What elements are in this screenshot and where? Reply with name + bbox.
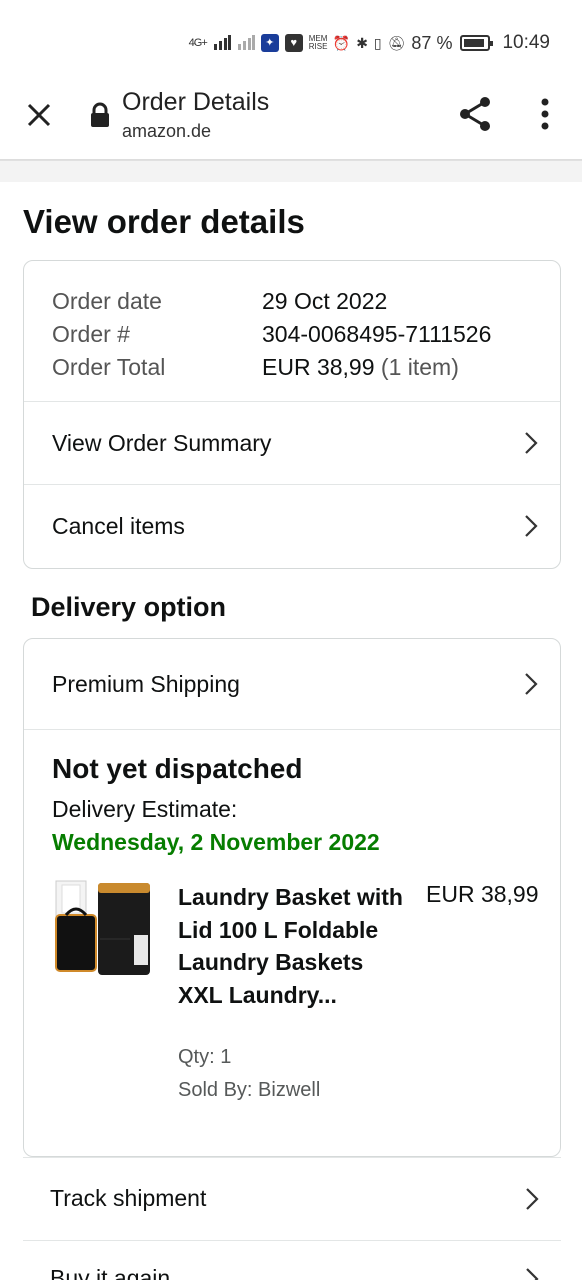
order-total-label: Order Total [52,354,166,380]
product-seller: Sold By: Bizwell [178,1079,321,1101]
track-shipment-link[interactable]: Track shipment [23,1157,561,1239]
order-info-table: Order date 29 Oct 2022 Order # 304-00684… [52,285,491,384]
order-total-value-wrap: EUR 38,99 (1 item) [262,351,459,384]
track-shipment-label: Track shipment [50,1185,207,1211]
chevron-right-icon [526,1187,539,1210]
close-button[interactable] [22,98,56,132]
order-date-value: 29 Oct 2022 [262,288,388,314]
share-button[interactable] [455,94,495,134]
product-price: EUR 38,99 [426,881,539,907]
buy-again-link[interactable]: Buy it again [23,1240,561,1280]
shield-notification-icon: ♥ [284,34,303,52]
more-vert-icon [541,98,549,130]
order-total-value: EUR 38,99 [262,354,375,380]
cancel-items-link[interactable]: Cancel items [24,485,560,567]
page-title-block: Order Details amazon.de [122,88,269,142]
clock: 10:49 [502,32,550,53]
delivery-option-heading: Delivery option [31,592,227,622]
chevron-right-icon [525,515,538,537]
order-total-row: Order Total EUR 38,99 (1 item) [52,351,491,384]
status-icons: 4G+ ✦ ♥ MEM RISE ⏰ ✱ ▯ 🔕︎ 87 % 10:49 [189,32,550,54]
page-url: amazon.de [122,121,212,141]
battery-percent: 87 % [411,32,453,53]
view-order-summary-link[interactable]: View Order Summary [24,402,560,484]
page-title: Order Details [122,88,270,116]
view-order-summary-label: View Order Summary [52,429,272,456]
delivery-estimate-date: Wednesday, 2 November 2022 [52,829,380,855]
shipment-status: Not yet dispatched [52,753,303,784]
card-divider [24,729,560,730]
shipping-option-label: Premium Shipping [52,670,240,697]
shipping-option-link[interactable]: Premium Shipping [24,641,560,727]
mute-bell-icon: 🔕︎ [387,34,406,51]
cancel-items-label: Cancel items [52,512,185,539]
chevron-right-icon [526,1268,539,1280]
delivery-card: Premium Shipping Not yet dispatched Deli… [23,638,561,1157]
status-bar: 4G+ ✦ ♥ MEM RISE ⏰ ✱ ▯ 🔕︎ 87 % 10:49 [0,0,582,80]
order-info-card: Order date 29 Oct 2022 Order # 304-00684… [23,260,561,569]
page-heading: View order details [23,203,305,240]
order-number-row: Order # 304-0068495-7111526 [52,318,491,351]
alarm-icon: ⏰ [332,34,351,51]
bluetooth-icon: ✱ [356,34,368,51]
order-date-row: Order date 29 Oct 2022 [52,285,491,318]
network-type-label: 4G+ [188,37,208,49]
share-icon [460,97,490,131]
order-item-count: (1 item) [380,354,459,380]
browser-app-bar: Order Details amazon.de [0,80,582,160]
product-image[interactable] [54,879,154,983]
order-number-label: Order # [52,321,130,347]
more-options-button[interactable] [532,94,558,134]
vibrate-icon: ▯ [373,34,382,51]
buy-again-label: Buy it again [50,1265,171,1280]
order-number-value: 304-0068495-7111526 [262,321,492,347]
order-date-label: Order date [52,288,162,314]
delivery-estimate-label: Delivery Estimate: [52,796,238,822]
page-top-divider [0,160,582,182]
app-notification-icon: ✦ [260,34,279,52]
chevron-right-icon [525,673,538,695]
cell-signal-icon [213,34,231,53]
product-title-link[interactable]: Laundry Basket with Lid 100 L Foldable L… [178,881,408,1011]
battery-icon [460,35,494,51]
mem-rise-icon: MEM RISE [308,34,328,51]
close-icon [27,103,51,127]
product-quantity: Qty: 1 [178,1046,232,1068]
cell-signal-2-icon [237,34,255,53]
chevron-right-icon [525,432,538,454]
lock-icon [89,102,111,128]
